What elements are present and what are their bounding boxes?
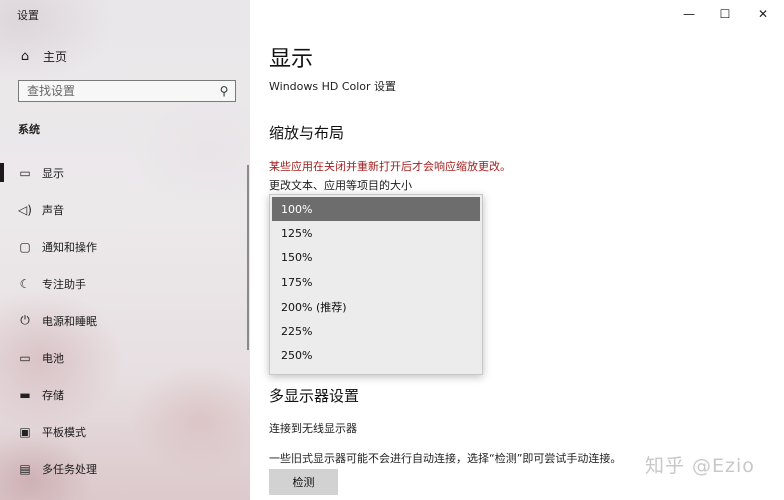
sidebar-item-multitasking[interactable]: ▤ 多任务处理 <box>0 450 250 487</box>
watermark: 知乎 @Ezio <box>645 455 755 477</box>
tablet-icon: ▣ <box>19 424 31 439</box>
sidebar-item-power-sleep[interactable]: ⏻ 电源和睡眠 <box>0 302 250 339</box>
scale-option-150[interactable]: 150% <box>272 246 480 270</box>
sidebar-item-label: 存储 <box>42 388 64 402</box>
scale-option-225[interactable]: 225% <box>272 319 480 343</box>
home-icon: ⌂ <box>20 49 30 64</box>
moon-icon: ☾ <box>19 276 31 291</box>
sidebar-item-label: 显示 <box>42 166 64 180</box>
speaker-icon: ◁) <box>18 202 32 217</box>
sidebar-scrollbar[interactable] <box>247 165 249 350</box>
scale-option-100[interactable]: 100% <box>272 197 480 222</box>
storage-icon: ▬ <box>19 387 31 402</box>
monitor-icon: ▭ <box>19 165 31 180</box>
sidebar-item-battery[interactable]: ▭ 电池 <box>0 339 250 376</box>
close-button[interactable]: ✕ <box>744 0 782 28</box>
maximize-button[interactable]: ☐ <box>706 0 744 28</box>
sidebar-item-label: 声音 <box>42 203 64 217</box>
scale-label: 更改文本、应用等项目的大小 <box>269 179 412 192</box>
sidebar-item-home[interactable]: ⌂ 主页 <box>18 48 67 65</box>
power-icon: ⏻ <box>20 313 30 327</box>
scale-option-250[interactable]: 250% <box>272 343 480 367</box>
sidebar-item-label: 专注助手 <box>42 277 86 291</box>
sidebar-item-focus-assist[interactable]: ☾ 专注助手 <box>0 265 250 302</box>
sidebar-item-label: 电源和睡眠 <box>42 314 97 328</box>
sidebar: 设置 ⌂ 主页 ⚲ 系统 ▭ 显示 ◁) 声音 ▢ 通知和操作 ☾ 专注助手 ⏻… <box>0 0 250 500</box>
sidebar-item-label: 电池 <box>42 351 64 365</box>
search-icon[interactable]: ⚲ <box>213 84 235 98</box>
notification-icon: ▢ <box>19 239 31 254</box>
sidebar-nav: ▭ 显示 ◁) 声音 ▢ 通知和操作 ☾ 专注助手 ⏻ 电源和睡眠 ▭ 电池 ▬… <box>0 154 250 487</box>
scale-option-200[interactable]: 200% (推荐) <box>272 295 480 319</box>
minimize-button[interactable]: — <box>670 0 708 28</box>
main-content: — ☐ ✕ 显示 Windows HD Color 设置 缩放与布局 某些应用在… <box>250 0 784 500</box>
sidebar-item-storage[interactable]: ▬ 存储 <box>0 376 250 413</box>
scale-option-175[interactable]: 175% <box>272 270 480 294</box>
scale-option-125[interactable]: 125% <box>272 221 480 245</box>
section-label: 系统 <box>18 123 40 136</box>
scale-dropdown-list[interactable]: 100% 125% 150% 175% 200% (推荐) 225% 250% <box>269 194 483 375</box>
multi-display-heading: 多显示器设置 <box>269 387 360 405</box>
app-title: 设置 <box>17 9 39 22</box>
sidebar-item-sound[interactable]: ◁) 声音 <box>0 191 250 228</box>
hd-color-settings-link[interactable]: Windows HD Color 设置 <box>269 78 396 94</box>
sidebar-item-label: 平板模式 <box>42 425 86 439</box>
scale-layout-heading: 缩放与布局 <box>269 124 345 142</box>
search-input[interactable] <box>19 82 213 100</box>
multitask-icon: ▤ <box>19 461 31 476</box>
detect-info-text: 一些旧式显示器可能不会进行自动连接，选择“检测”即可尝试手动连接。 <box>269 452 622 465</box>
battery-icon: ▭ <box>19 350 31 365</box>
sidebar-item-label: 主页 <box>43 50 68 64</box>
page-title: 显示 <box>269 47 314 72</box>
sidebar-item-notifications[interactable]: ▢ 通知和操作 <box>0 228 250 265</box>
sidebar-item-label: 通知和操作 <box>42 240 97 254</box>
detect-button[interactable]: 检测 <box>269 469 338 495</box>
sidebar-item-tablet-mode[interactable]: ▣ 平板模式 <box>0 413 250 450</box>
scale-warning-text: 某些应用在关闭并重新打开后才会响应缩放更改。 <box>269 160 511 173</box>
sidebar-item-display[interactable]: ▭ 显示 <box>0 154 250 191</box>
search-box[interactable]: ⚲ <box>18 80 236 102</box>
wireless-display-link[interactable]: 连接到无线显示器 <box>269 420 357 436</box>
sidebar-item-label: 多任务处理 <box>42 462 97 476</box>
